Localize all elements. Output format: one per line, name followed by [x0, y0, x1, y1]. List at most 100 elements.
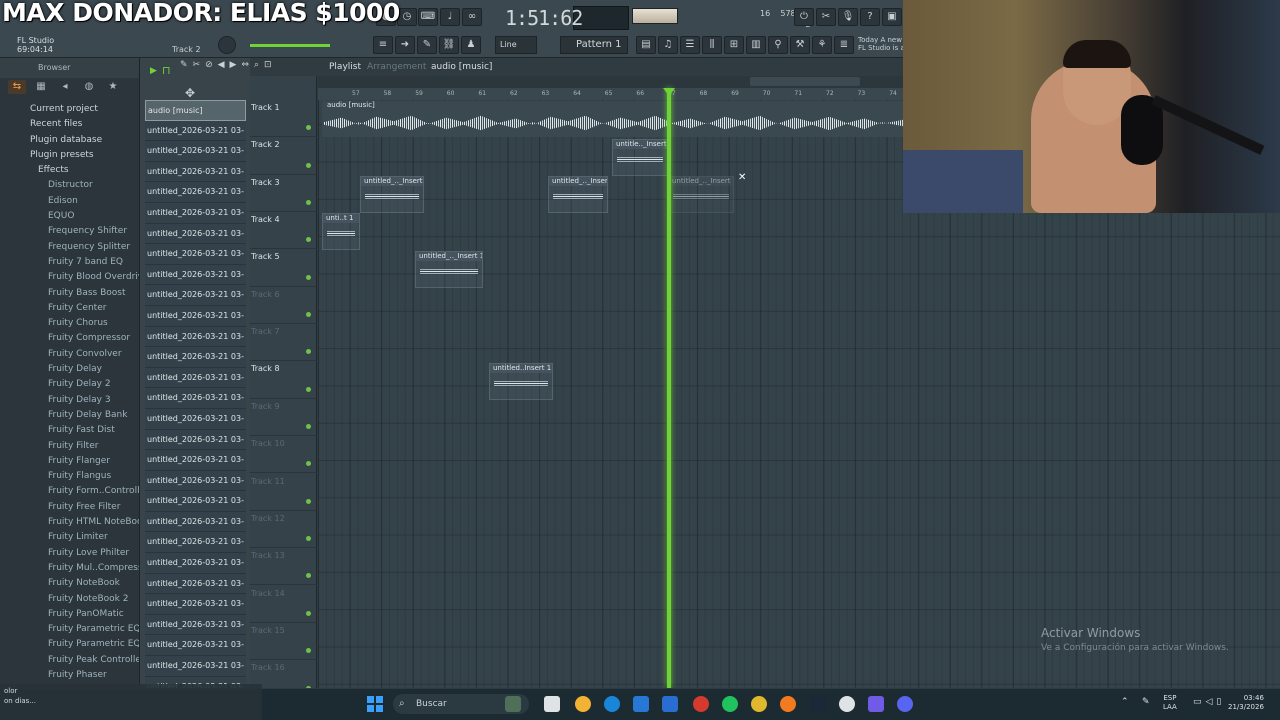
track-mute-led[interactable] [306, 648, 311, 654]
track-mute-led[interactable] [306, 199, 311, 205]
clip-source-item[interactable]: untitled_2026-03-21 03- [145, 120, 246, 142]
playhead-marker[interactable] [663, 88, 675, 96]
effect-item[interactable]: EQUO [0, 209, 139, 224]
audio-clip-block[interactable]: untitled_.._Insert 1 [360, 176, 424, 213]
loop-record-icon[interactable]: ∞ [462, 8, 482, 26]
clip-source-item[interactable]: untitled_2026-03-21 03- [145, 553, 246, 574]
refresh-icon[interactable]: ◍ [80, 80, 98, 94]
back-icon[interactable]: ⇆ [8, 80, 26, 94]
clip-source-item[interactable]: untitled_2026-03-21 03- [145, 223, 246, 245]
effect-item[interactable]: Fruity Form..Controller [0, 484, 139, 499]
track-header[interactable]: Track 8 [250, 361, 317, 399]
effect-item[interactable]: Fruity Phaser [0, 668, 139, 683]
browser-item-effects[interactable]: Effects [0, 163, 139, 178]
effect-item[interactable]: Fruity Fast Dist [0, 423, 139, 438]
snap-icon[interactable]: ≡ [373, 36, 393, 54]
browser-item-plugin-presets[interactable]: Plugin presets [0, 148, 139, 163]
start-icon[interactable] [367, 696, 383, 712]
language-indicator[interactable]: ESP LAA [1163, 694, 1177, 712]
clip-source-item[interactable]: untitled_2026-03-21 03- [145, 532, 246, 554]
metronome-icon[interactable]: ♩ [440, 8, 460, 26]
clip-source-item[interactable]: untitled_2026-03-21 03- [145, 182, 246, 203]
clip-source-item[interactable]: untitled_2026-03-21 03- [145, 305, 246, 327]
track-header[interactable]: Track 2 [250, 137, 317, 175]
track-header[interactable]: Track 13 [250, 548, 317, 586]
audio-clip-block[interactable]: unti..t 1 [322, 213, 360, 250]
help-icon[interactable]: ? [860, 8, 880, 26]
power-icon[interactable]: ⏻ [794, 8, 814, 26]
master-volume-meter[interactable] [632, 8, 678, 24]
clip-source-item[interactable]: untitled_2026-03-21 03- [145, 470, 246, 492]
draw-icon[interactable]: ✎ [417, 36, 437, 54]
plugin-icon[interactable]: ⚲ [768, 36, 788, 54]
effect-item[interactable]: Frequency Splitter [0, 240, 139, 255]
effect-item[interactable]: Fruity Limiter [0, 530, 139, 545]
notification-popup[interactable]: olor on dias... [0, 684, 262, 720]
effect-item[interactable]: Fruity Parametric EQ [0, 622, 139, 637]
clip-source-item[interactable]: untitled_2026-03-21 03- [145, 491, 246, 512]
move-icon[interactable]: ✥ [185, 86, 195, 100]
task-view-icon[interactable] [544, 696, 560, 712]
clip-source-item[interactable]: untitled_2026-03-21 03- [145, 573, 246, 595]
channel-icon[interactable]: ⊞ [724, 36, 744, 54]
playhead[interactable] [667, 88, 671, 688]
track-mute-led[interactable] [306, 312, 311, 318]
track-mute-led[interactable] [306, 125, 311, 131]
effect-item[interactable]: Fruity Delay Bank [0, 408, 139, 423]
effect-item[interactable]: Fruity Mul..Compressor [0, 561, 139, 576]
clip-source-item[interactable]: untitled_2026-03-21 03- [145, 347, 246, 368]
timeline-ruler[interactable]: 57 58 59 60 61 62 63 64 65 66 67 68 69 70 71 72 73 74 [318, 88, 905, 100]
track-header[interactable]: Track 1 [250, 100, 317, 138]
clip-source-item[interactable]: untitled_2026-03-21 03- [145, 511, 246, 533]
discord-icon[interactable] [897, 696, 913, 712]
track-mute-led[interactable] [306, 573, 311, 579]
channel-rack-icon[interactable]: ☰ [680, 36, 700, 54]
effect-item[interactable]: Fruity Blood Overdrive [0, 270, 139, 285]
clip-source-item[interactable]: untitled_2026-03-21 03- [145, 285, 246, 306]
effect-item[interactable]: Fruity PanOMatic [0, 607, 139, 622]
track-mute-led[interactable] [306, 349, 311, 355]
track-header[interactable]: Track 3 [250, 175, 317, 212]
stamp-icon[interactable]: ♟ [461, 36, 481, 54]
track-mute-led[interactable] [306, 424, 311, 430]
track-header[interactable]: Track 11 [250, 474, 317, 511]
clip-source-item[interactable]: untitled_2026-03-21 03- [145, 326, 246, 348]
plugin-picker-icon[interactable]: ⚘ [812, 36, 832, 54]
outlook-icon[interactable] [662, 696, 678, 712]
tools-icon[interactable]: ✂ [816, 8, 836, 26]
track-mute-led[interactable] [306, 162, 311, 168]
save-icon[interactable]: ▣ [882, 8, 902, 26]
effect-item[interactable]: Fruity Flanger [0, 454, 139, 469]
typing-keyboard-icon[interactable]: ⌨ [418, 8, 438, 26]
folder-icon[interactable]: ▦ [32, 80, 50, 94]
star-icon[interactable]: ★ [104, 80, 122, 94]
fl-studio-icon[interactable] [780, 696, 796, 712]
clip-source-item[interactable]: untitled_2026-03-21 03- [145, 656, 246, 677]
browser-item-plugin-database[interactable]: Plugin database [0, 133, 139, 148]
track-mute-led[interactable] [306, 461, 311, 467]
track-mute-led[interactable] [306, 536, 311, 542]
effect-item[interactable]: Fruity HTML NoteBook [0, 515, 139, 530]
app-icon-red[interactable] [693, 696, 709, 712]
song-time-display[interactable]: 1:51:62 [505, 6, 583, 30]
effect-item[interactable]: Fruity Parametric EQ 2 [0, 637, 139, 652]
effect-item[interactable]: Fruity Bass Boost [0, 286, 139, 301]
effect-item[interactable]: Edison [0, 194, 139, 209]
effect-item[interactable]: Fruity Free Filter [0, 500, 139, 515]
effect-item[interactable]: Fruity Love Philter [0, 546, 139, 561]
copilot-icon[interactable] [575, 696, 591, 712]
collapse-icon[interactable]: ◂ [56, 80, 74, 94]
effect-item[interactable]: Fruity NoteBook [0, 576, 139, 591]
track-header[interactable]: Track 7 [250, 324, 317, 362]
effect-item[interactable]: Fruity Delay [0, 362, 139, 377]
clip-source-item[interactable]: untitled_2026-03-21 03- [145, 244, 246, 265]
browser-icon[interactable]: ▥ [746, 36, 766, 54]
scrollbar-thumb[interactable] [750, 77, 860, 86]
effect-item[interactable]: Fruity Center [0, 301, 139, 316]
audio-clip-block[interactable]: untitle.._Insert 1 [612, 139, 668, 176]
track-header[interactable]: Track 9 [250, 399, 317, 437]
play-icon[interactable]: ▶ [150, 66, 157, 76]
link-icon[interactable]: ⛓ [439, 36, 459, 54]
track-mute-led[interactable] [306, 498, 311, 504]
taskbar-clock[interactable]: 03:46 21/3/2026 [1228, 694, 1264, 712]
